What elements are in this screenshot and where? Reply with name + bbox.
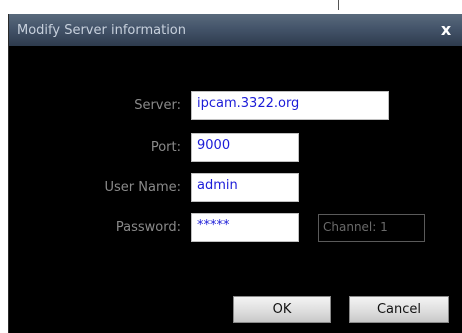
cancel-button[interactable]: Cancel	[349, 296, 449, 323]
dialog-title: Modify Server information	[17, 23, 186, 38]
username-label: User Name:	[104, 180, 182, 195]
port-input[interactable]: 9000	[191, 133, 299, 162]
server-input[interactable]: ipcam.3322.org	[191, 91, 389, 120]
close-icon: x	[440, 20, 452, 39]
port-label: Port:	[150, 140, 181, 155]
password-input[interactable]: *****	[191, 213, 299, 242]
channel-field: Channel: 1	[318, 214, 425, 242]
ok-button[interactable]: OK	[233, 296, 331, 323]
dialog-titlebar[interactable]: Modify Server information x	[9, 14, 462, 46]
server-label: Server:	[134, 98, 181, 113]
username-input[interactable]: admin	[191, 173, 299, 202]
modify-server-dialog: Modify Server information x Server: ipca…	[8, 14, 462, 333]
password-label: Password:	[115, 220, 181, 235]
background-window-strip	[0, 0, 462, 14]
close-button[interactable]: x	[433, 18, 459, 42]
background-divider	[338, 0, 339, 10]
